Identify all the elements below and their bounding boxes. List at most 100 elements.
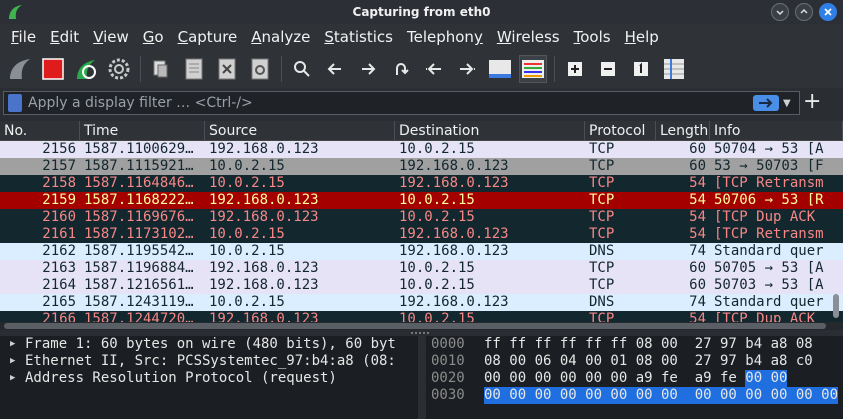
zoom-in-button[interactable] xyxy=(561,55,589,83)
menu-go[interactable]: Go xyxy=(136,24,171,50)
cell-no: 2164 xyxy=(42,277,76,293)
table-row[interactable]: 2159 1587.1168222… 192.168.0.123 10.0.2.15 T… xyxy=(0,192,843,209)
tree-item-frame[interactable]: ▶ Frame 1: 60 bytes on wire (480 bits), 6… xyxy=(0,336,418,353)
scrollbar-thumb[interactable] xyxy=(4,323,826,329)
go-forward-button[interactable] xyxy=(354,55,382,83)
bytes-row[interactable]: 0020 00 00 00 00 00 00 a9 fe a9 fe 00 00 xyxy=(426,370,843,387)
stop-capture-button[interactable] xyxy=(39,55,67,83)
cell-destination: 192.168.0.123 xyxy=(399,158,509,174)
cell-info: 50704 → 53 [A xyxy=(714,141,824,157)
display-filter-input[interactable] xyxy=(22,93,753,113)
reload-file-button[interactable] xyxy=(246,55,274,83)
cell-protocol: TCP xyxy=(589,260,615,276)
table-row[interactable]: 2156 1587.1100629… 192.168.0.123 10.0.2.15 T… xyxy=(0,141,843,158)
cell-time: 1587.1164846… xyxy=(84,175,194,191)
close-file-button[interactable] xyxy=(213,55,241,83)
cell-no: 2157 xyxy=(42,158,76,174)
bytes-row[interactable]: 0030 00 00 00 00 00 00 00 00 00 00 00 00 … xyxy=(426,387,843,404)
maximize-button[interactable] xyxy=(795,3,813,21)
menu-view[interactable]: View xyxy=(86,24,136,50)
go-back-button[interactable] xyxy=(321,55,349,83)
close-button[interactable] xyxy=(819,3,837,21)
column-header-destination[interactable]: Destination xyxy=(395,121,585,140)
column-header-info[interactable]: Info xyxy=(710,121,843,140)
column-header-time[interactable]: Time xyxy=(80,121,205,140)
column-header-source[interactable]: Source xyxy=(205,121,395,140)
table-row[interactable]: 2158 1587.1164846… 10.0.2.15 192.168.0.123 T… xyxy=(0,175,843,192)
expand-arrow-icon[interactable]: ▶ xyxy=(10,353,22,370)
packet-details-pane: ▶ Frame 1: 60 bytes on wire (480 bits), 6… xyxy=(0,336,418,419)
cell-source: 10.0.2.15 xyxy=(209,226,285,242)
table-row[interactable]: 2163 1587.1196884… 192.168.0.123 10.0.2.15 T… xyxy=(0,260,843,277)
menu-wireless[interactable]: Wireless xyxy=(490,24,567,50)
bytes-row[interactable]: 0010 08 00 06 04 00 01 08 00 27 97 b4 a8 … xyxy=(426,353,843,370)
capture-options-button[interactable] xyxy=(105,55,133,83)
add-filter-button[interactable]: + xyxy=(803,91,821,115)
restart-capture-button[interactable] xyxy=(72,55,100,83)
scrollbar-thumb[interactable] xyxy=(833,294,839,318)
chevron-down-icon[interactable]: ▼ xyxy=(783,98,795,109)
go-to-packet-button[interactable] xyxy=(387,55,415,83)
menu-statistics[interactable]: Statistics xyxy=(317,24,400,50)
apply-filter-button[interactable] xyxy=(753,95,779,111)
go-last-packet-button[interactable] xyxy=(453,55,481,83)
cell-destination: 192.168.0.123 xyxy=(399,243,509,259)
find-packet-button[interactable] xyxy=(288,55,316,83)
resize-columns-icon xyxy=(664,59,684,79)
cell-length: 74 xyxy=(689,243,706,259)
column-header-protocol[interactable]: Protocol xyxy=(585,121,656,140)
start-capture-button[interactable] xyxy=(6,55,34,83)
details-bytes-splitter[interactable] xyxy=(418,336,426,419)
go-first-packet-button[interactable] xyxy=(420,55,448,83)
restart-icon xyxy=(77,60,96,79)
zoom-out-button[interactable] xyxy=(594,55,622,83)
normal-size-button[interactable] xyxy=(627,55,655,83)
bytes-offset: 0030 xyxy=(431,387,465,403)
menu-telephony[interactable]: Telephony xyxy=(400,24,490,50)
menu-analyze[interactable]: Analyze xyxy=(244,24,317,50)
table-row[interactable]: 2162 1587.1195542… 10.0.2.15 192.168.0.123 D… xyxy=(0,243,843,260)
menu-tools[interactable]: Tools xyxy=(567,24,618,50)
column-header-no[interactable]: No. xyxy=(0,121,80,140)
menu-file[interactable]: File xyxy=(4,24,43,50)
minimize-button[interactable] xyxy=(771,3,789,21)
splitter-grip[interactable] xyxy=(411,332,429,334)
cell-no: 2162 xyxy=(42,243,76,259)
tree-item-label: Address Resolution Protocol (request) xyxy=(25,370,337,386)
menu-edit[interactable]: Edit xyxy=(43,24,86,50)
packet-list-hscrollbar[interactable] xyxy=(0,322,843,330)
column-header-length[interactable]: Length xyxy=(656,121,710,140)
cell-no: 2163 xyxy=(42,260,76,276)
cell-length: 60 xyxy=(689,260,706,276)
table-row[interactable]: 2157 1587.1115921… 10.0.2.15 192.168.0.123 T… xyxy=(0,158,843,175)
cell-source: 192.168.0.123 xyxy=(209,260,319,276)
cell-no: 2158 xyxy=(42,175,76,191)
table-row[interactable]: 2160 1587.1169676… 192.168.0.123 10.0.2.15 T… xyxy=(0,209,843,226)
normal-size-icon xyxy=(634,62,648,76)
table-row[interactable]: 2161 1587.1173102… 10.0.2.15 192.168.0.123 T… xyxy=(0,226,843,243)
cell-time: 1587.1168222… xyxy=(84,192,194,208)
packet-list-header: No. Time Source Destination Protocol Len… xyxy=(0,121,843,141)
cell-no: 2156 xyxy=(42,141,76,157)
cell-time: 1587.1216561… xyxy=(84,277,194,293)
bytes-row[interactable]: 0000 ff ff ff ff ff ff 08 00 27 97 b4 a8 … xyxy=(426,336,843,353)
menu-help[interactable]: Help xyxy=(618,24,666,50)
table-row[interactable]: 2165 1587.1243119… 10.0.2.15 192.168.0.123 D… xyxy=(0,294,843,311)
menu-capture[interactable]: Capture xyxy=(171,24,245,50)
auto-scroll-button[interactable] xyxy=(486,55,514,83)
expand-arrow-icon[interactable]: ▶ xyxy=(10,336,22,353)
table-row[interactable]: 2164 1587.1216561… 192.168.0.123 10.0.2.15 T… xyxy=(0,277,843,294)
save-file-button[interactable] xyxy=(180,55,208,83)
cell-time: 1587.1195542… xyxy=(84,243,194,259)
tree-item-arp[interactable]: ▶ Address Resolution Protocol (request) xyxy=(0,370,418,387)
resize-columns-button[interactable] xyxy=(660,55,688,83)
tree-item-ethernet[interactable]: ▶ Ethernet II, Src: PCSSystemtec_97:b4:a8… xyxy=(0,353,418,370)
cell-length: 54 xyxy=(689,192,706,208)
colorize-button[interactable] xyxy=(519,55,547,83)
packet-list-scrollbar[interactable] xyxy=(832,142,840,320)
expand-arrow-icon[interactable]: ▶ xyxy=(10,370,22,387)
cell-protocol: TCP xyxy=(589,141,615,157)
open-file-button[interactable] xyxy=(147,55,175,83)
bookmark-icon[interactable] xyxy=(8,94,22,112)
cell-source: 10.0.2.15 xyxy=(209,243,285,259)
